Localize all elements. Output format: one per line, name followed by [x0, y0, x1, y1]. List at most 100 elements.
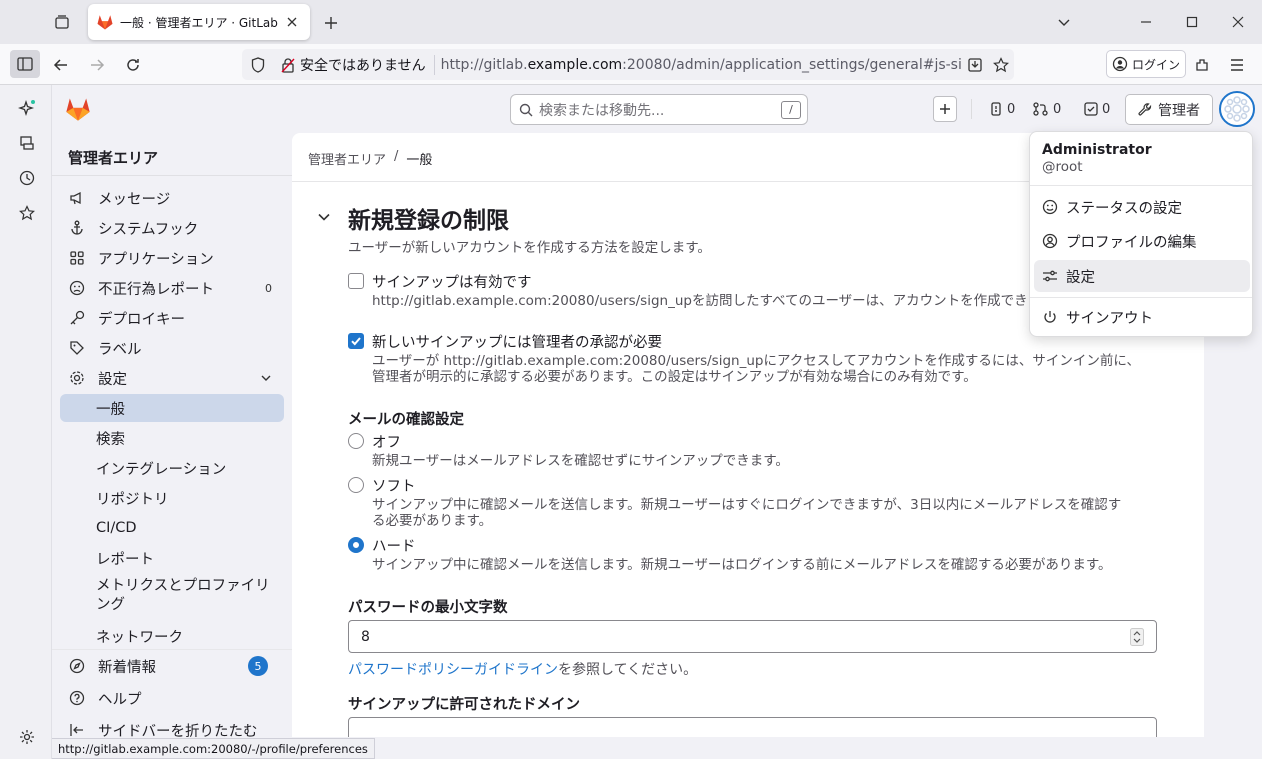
collapse-left-icon: [68, 721, 86, 739]
email-confirm-off-radio[interactable]: [348, 433, 364, 449]
email-confirm-hard-help: サインアップ中に確認メールを送信します。新規ユーザーはログインする前にメールアド…: [372, 557, 1112, 573]
sidebar-sub-integrations[interactable]: インテグレーション: [60, 454, 284, 482]
dropdown-divider-2: [1030, 297, 1252, 298]
browser-navbar: 安全ではありません http://gitlab.example.com:2008…: [0, 44, 1262, 85]
todo-icon: [1084, 102, 1098, 116]
signup-enabled-checkbox[interactable]: [348, 273, 364, 289]
bookmark-star-icon[interactable]: [988, 56, 1014, 73]
sidebar-item-abuse-reports[interactable]: 不正行為レポート 0: [60, 274, 284, 302]
gitlab-logo-icon[interactable]: [64, 95, 92, 123]
forward-icon[interactable]: [84, 52, 110, 78]
email-confirm-soft-radio[interactable]: [348, 477, 364, 493]
sidebar-sub-metrics[interactable]: メトリクスとプロファイリング: [60, 574, 284, 618]
sidebar-divider: [52, 175, 292, 176]
sidebar-sub-cicd[interactable]: CI/CD: [60, 514, 284, 542]
sidebar-sub-general[interactable]: 一般: [60, 394, 284, 422]
sidebar-sub-repository[interactable]: リポジトリ: [60, 484, 284, 512]
dropdown-divider: [1030, 185, 1252, 186]
question-icon: [68, 689, 86, 707]
merge-request-icon: [1033, 102, 1048, 116]
set-status-menu-item[interactable]: ステータスの設定: [1034, 191, 1250, 223]
sidebar-sub-search[interactable]: 検索: [60, 424, 284, 452]
gitlab-favicon-icon: [96, 13, 114, 31]
breadcrumb-admin-area[interactable]: 管理者エリア: [308, 149, 386, 168]
back-icon[interactable]: [48, 52, 74, 78]
todos-button[interactable]: 0: [1084, 96, 1110, 122]
issues-icon: [991, 102, 1001, 116]
merge-requests-button[interactable]: 0: [1033, 96, 1061, 122]
label-icon: [68, 339, 86, 357]
sidebar-item-deploy-keys[interactable]: デプロイキー: [60, 304, 284, 332]
sidebar-item-labels[interactable]: ラベル: [60, 334, 284, 362]
sidebar-sub-reports[interactable]: レポート: [60, 544, 284, 572]
email-confirm-hard-radio[interactable]: [348, 537, 364, 553]
sidebar-item-settings[interactable]: 設定: [60, 364, 284, 392]
email-confirm-hard-label: ハード: [372, 539, 416, 555]
breadcrumb-separator: /: [394, 149, 399, 164]
section-collapse-chevron-icon[interactable]: [316, 209, 332, 225]
customize-sidebar-gear-icon[interactable]: [14, 724, 40, 750]
user-display-name[interactable]: Administrator: [1042, 142, 1152, 158]
tab-list-icon[interactable]: [50, 10, 74, 34]
chevron-down-icon: [260, 372, 272, 384]
min-password-length-input[interactable]: 8: [348, 620, 1157, 653]
browser-tab-active[interactable]: 一般 · 管理者エリア · GitLab: [88, 4, 310, 40]
sidebar-item-system-hooks[interactable]: システムフック: [60, 214, 284, 242]
sidebar-item-messages[interactable]: メッセージ: [60, 184, 284, 212]
history-icon[interactable]: [14, 165, 40, 191]
reload-icon[interactable]: [120, 52, 146, 78]
maximize-icon[interactable]: [1180, 10, 1204, 34]
key-icon: [68, 309, 86, 327]
password-policy-link[interactable]: パスワードポリシーガイドライン: [348, 662, 558, 678]
preferences-menu-item[interactable]: 設定: [1034, 260, 1250, 292]
min-password-length-value: 8: [361, 628, 370, 645]
search-icon: [519, 103, 533, 117]
create-new-button[interactable]: [933, 96, 957, 122]
help-button[interactable]: ヘルプ: [60, 684, 284, 712]
sidebar-toggle-icon[interactable]: [10, 50, 40, 78]
wrench-icon: [1138, 102, 1152, 117]
search-placeholder: 検索または移動先...: [539, 102, 665, 119]
minimize-icon[interactable]: [1134, 10, 1158, 34]
smiley-icon: [1042, 199, 1058, 215]
admin-area-button[interactable]: 管理者: [1125, 94, 1213, 125]
allowed-domains-label: サインアップに許可されたドメイン: [348, 697, 580, 713]
search-input[interactable]: 検索または移動先... /: [510, 94, 808, 125]
login-button[interactable]: ログイン: [1106, 50, 1186, 78]
status-bar-url: http://gitlab.example.com:20080/-/profil…: [52, 738, 375, 759]
tab-close-icon[interactable]: [282, 12, 302, 32]
abuse-report-count: 0: [265, 281, 272, 295]
extensions-icon[interactable]: [1189, 52, 1215, 78]
ai-chatbot-icon[interactable]: [14, 95, 40, 121]
synced-tabs-icon[interactable]: [14, 130, 40, 156]
min-password-length-label: パスワードの最小文字数: [348, 600, 508, 616]
edit-profile-menu-item[interactable]: プロファイルの編集: [1034, 225, 1250, 257]
issues-button[interactable]: 0: [989, 96, 1015, 122]
sidebar-item-applications[interactable]: アプリケーション: [60, 244, 284, 272]
sidebar-title: 管理者エリア: [68, 149, 159, 167]
sign-out-menu-item[interactable]: サインアウト: [1034, 301, 1250, 333]
save-to-pocket-icon[interactable]: [962, 57, 988, 73]
list-all-tabs-icon[interactable]: [1052, 10, 1076, 34]
whats-new-button[interactable]: 新着情報 5: [60, 652, 284, 680]
admin-approval-help-line1: ユーザーが http://gitlab.example.com:20080/us…: [372, 353, 1140, 369]
url-bar[interactable]: 安全ではありません http://gitlab.example.com:2008…: [242, 49, 1014, 80]
signup-enabled-help: http://gitlab.example.com:20080/users/si…: [372, 293, 1028, 309]
user-username: @root: [1042, 159, 1083, 175]
url-text[interactable]: http://gitlab.example.com:20080/admin/ap…: [441, 57, 962, 73]
close-window-icon[interactable]: [1226, 10, 1250, 34]
hamburger-menu-icon[interactable]: [1224, 52, 1250, 78]
user-avatar-button[interactable]: [1219, 91, 1255, 127]
breadcrumb-current[interactable]: 一般: [406, 149, 432, 168]
allowed-domains-textarea[interactable]: [348, 717, 1157, 737]
number-spinner-icon[interactable]: [1130, 628, 1144, 646]
new-tab-icon[interactable]: [320, 12, 342, 34]
admin-approval-checkbox[interactable]: [348, 333, 364, 349]
insecure-lock-icon[interactable]: [276, 57, 300, 73]
bookmarks-icon[interactable]: [14, 200, 40, 226]
megaphone-icon: [68, 189, 86, 207]
sidebar-sub-network[interactable]: ネットワーク: [60, 622, 284, 650]
tracking-shield-icon[interactable]: [246, 56, 270, 73]
tab-title: 一般 · 管理者エリア · GitLab: [120, 15, 278, 30]
section-title: 新規登録の制限: [348, 208, 509, 234]
